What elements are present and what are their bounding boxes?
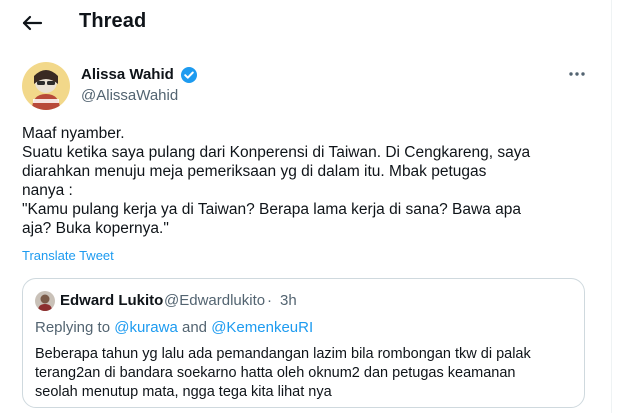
- verified-badge-icon: [180, 66, 198, 84]
- quote-author-handle: @Edwardlukito: [164, 292, 266, 309]
- replying-prefix: Replying to: [35, 319, 115, 336]
- back-arrow-icon[interactable]: [18, 9, 46, 37]
- translate-tweet-link[interactable]: Translate Tweet: [22, 248, 114, 263]
- quote-avatar: [35, 291, 55, 311]
- column-border: [611, 0, 612, 413]
- mention-link[interactable]: @kurawa: [114, 319, 178, 336]
- quote-author-name: Edward Lukito: [60, 292, 164, 309]
- tweet-text: Maaf nyamber. Suatu ketika saya pulang d…: [22, 124, 602, 238]
- tweet-line: "Kamu pulang kerja ya di Taiwan? Berapa …: [22, 201, 521, 218]
- page-title: Thread: [79, 10, 147, 32]
- replying-and: and: [177, 319, 212, 336]
- author-name[interactable]: Alissa Wahid: [81, 66, 174, 83]
- replying-to: Replying to @kurawa and @KemenkeuRI: [35, 319, 313, 336]
- quoted-tweet[interactable]: Edward Lukito @Edwardlukito · 3h Replyin…: [22, 278, 585, 408]
- tweet-line: nanya :: [22, 182, 73, 199]
- more-horizontal-icon[interactable]: [566, 66, 588, 82]
- quote-line: seolah menutup mata, ngga tega kita liha…: [35, 384, 332, 400]
- tweet-line: Maaf nyamber.: [22, 125, 125, 142]
- quote-line: terang2an di bandara soekarno hatta oleh…: [35, 365, 516, 381]
- tweet-line: Suatu ketika saya pulang dari Konperensi…: [22, 144, 531, 161]
- mention-link[interactable]: @KemenkeuRI: [211, 319, 313, 336]
- author-handle[interactable]: @AlissaWahid: [81, 87, 178, 104]
- quote-separator: ·: [267, 292, 272, 309]
- tweet-line: aja? Buka kopernya.": [22, 220, 169, 237]
- quote-timestamp: 3h: [280, 292, 297, 309]
- thread-header: Thread: [0, 0, 611, 46]
- tweet-line: diarahkan menuju meja pemeriksaan yg di …: [22, 163, 487, 180]
- quote-line: Beberapa tahun yg lalu ada pemandangan l…: [35, 346, 531, 362]
- avatar[interactable]: [22, 62, 70, 110]
- quote-text: Beberapa tahun yg lalu ada pemandangan l…: [35, 345, 580, 402]
